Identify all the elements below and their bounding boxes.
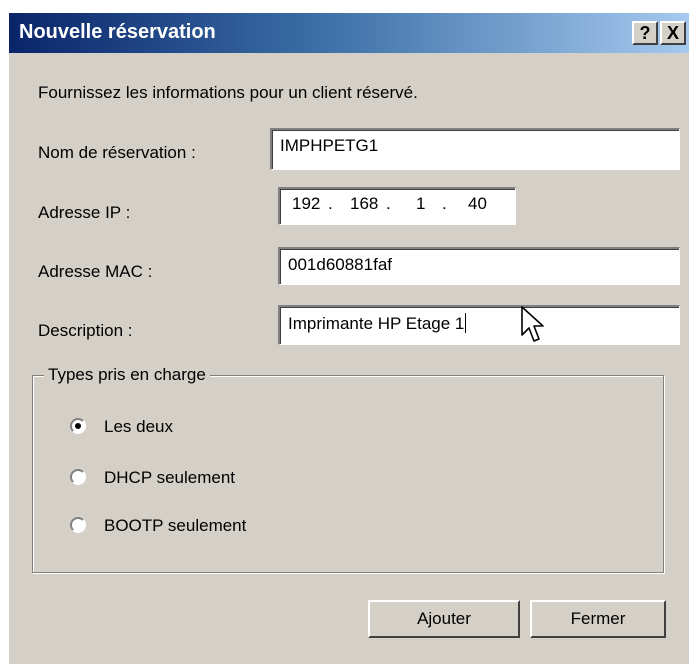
close-window-button[interactable]: X: [660, 21, 686, 45]
add-button[interactable]: Ajouter: [368, 600, 520, 638]
intro-text: Fournissez les informations pour un clie…: [38, 83, 418, 102]
text-caret: [465, 313, 467, 333]
ip-separator: .: [328, 194, 333, 213]
window-title: Nouvelle réservation: [19, 21, 216, 43]
ip-octet-4[interactable]: 40: [468, 194, 487, 214]
radio-bootp-only-label[interactable]: BOOTP seulement: [104, 516, 246, 536]
radio-dhcp-only-label[interactable]: DHCP seulement: [104, 468, 235, 488]
ip-octet-1[interactable]: 192: [292, 194, 320, 214]
title-bar[interactable]: Nouvelle réservation ? X: [9, 13, 689, 53]
description-input[interactable]: Imprimante HP Etage 1: [278, 305, 680, 345]
close-button[interactable]: Fermer: [530, 600, 666, 638]
mac-address-label: Adresse MAC :: [38, 262, 153, 281]
help-button[interactable]: ?: [632, 21, 658, 45]
radio-both[interactable]: [70, 418, 86, 434]
ip-separator: .: [386, 194, 391, 213]
supported-types-legend: Types pris en charge: [44, 365, 210, 385]
radio-bootp-only[interactable]: [70, 517, 86, 533]
mac-address-input[interactable]: 001d60881faf: [278, 247, 680, 285]
ip-address-input[interactable]: 192 . 168 . 1 . 40: [278, 187, 516, 225]
description-label: Description :: [38, 321, 133, 340]
ip-address-label: Adresse IP :: [38, 203, 131, 222]
radio-both-label[interactable]: Les deux: [104, 417, 173, 437]
description-value: Imprimante HP Etage 1: [288, 314, 465, 333]
reservation-name-label: Nom de réservation :: [38, 143, 196, 162]
ip-octet-3[interactable]: 1: [416, 194, 425, 214]
reservation-name-input[interactable]: IMPHPETG1: [270, 128, 680, 170]
mouse-pointer-icon: [521, 306, 544, 342]
ip-separator: .: [442, 194, 447, 213]
radio-selected-dot: [75, 423, 81, 429]
ip-octet-2[interactable]: 168: [350, 194, 378, 214]
radio-dhcp-only[interactable]: [70, 469, 86, 485]
